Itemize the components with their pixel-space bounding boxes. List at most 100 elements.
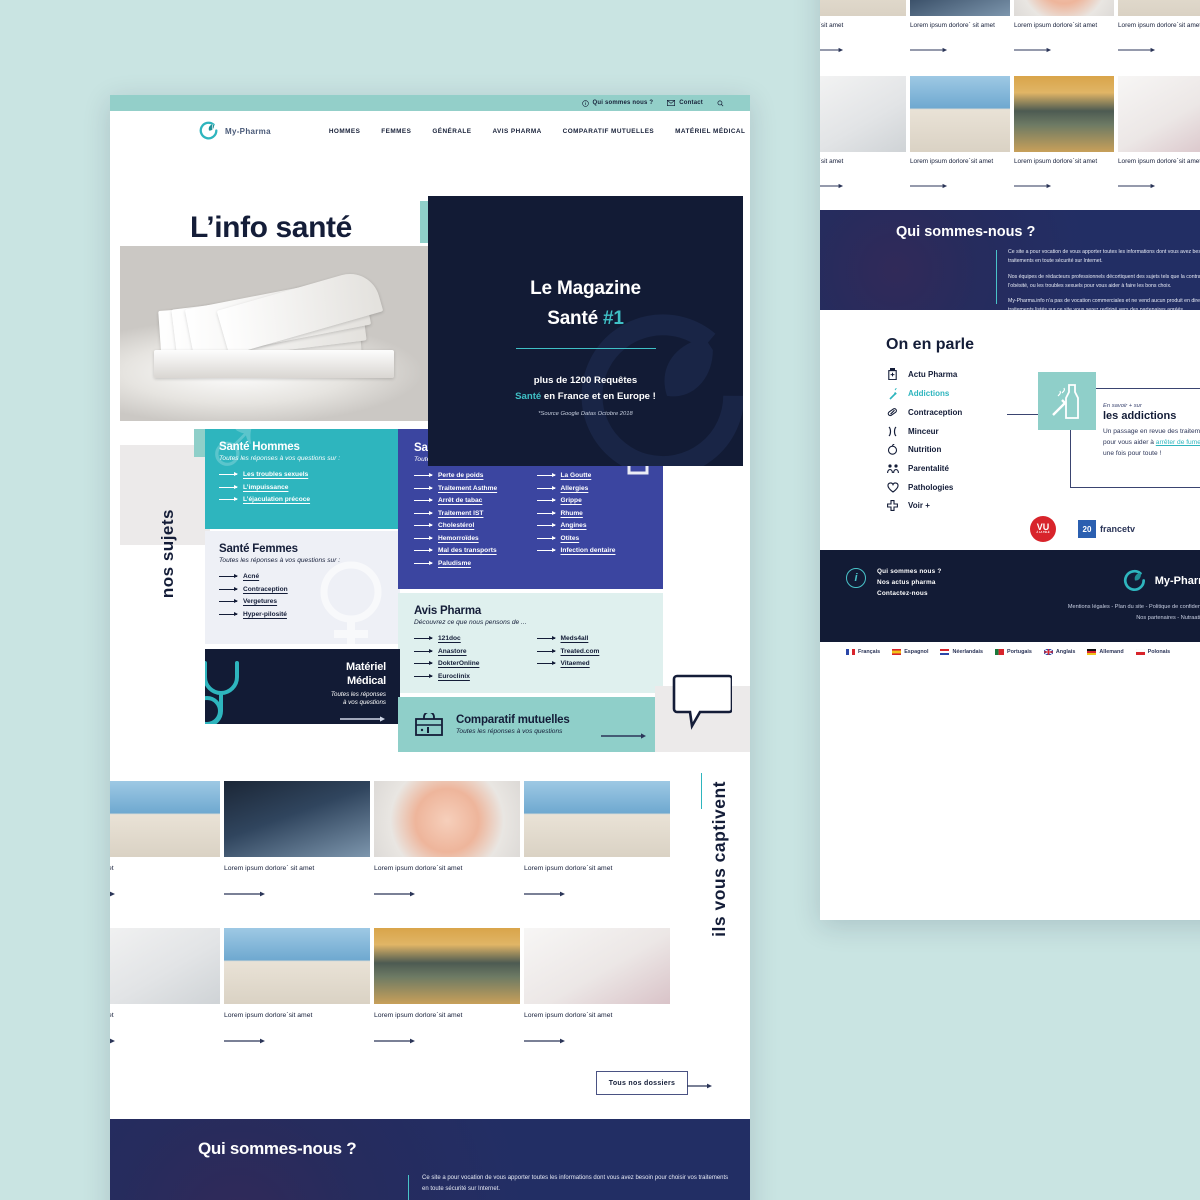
link-item[interactable]: Mal des transports bbox=[414, 547, 525, 554]
search-icon[interactable] bbox=[717, 100, 724, 107]
article-card[interactable]: Lorem ipsum dorlore`sit amet bbox=[374, 781, 520, 902]
about-body: Ce site a pour vocation de vous apporter… bbox=[422, 1173, 732, 1200]
article-arrow[interactable] bbox=[374, 891, 416, 897]
card-materiel-medical[interactable]: Matériel Médical Toutes les réponses à v… bbox=[205, 649, 400, 724]
nav-item-materiel[interactable]: MATÉRIEL MÉDICAL bbox=[675, 128, 745, 135]
nav-item-hommes[interactable]: HOMMES bbox=[329, 128, 360, 135]
oep-panel-link[interactable]: arrêter de fumer bbox=[1156, 439, 1200, 446]
footer-legal-line-2[interactable]: Nos partenaires - Nutraatif.com bbox=[1068, 613, 1200, 624]
link-item[interactable]: Rhume bbox=[536, 510, 648, 517]
article-arrow[interactable] bbox=[1118, 183, 1156, 189]
article-arrow[interactable] bbox=[1118, 47, 1156, 53]
link-item[interactable]: Treated.com bbox=[536, 648, 648, 655]
article-arrow[interactable] bbox=[910, 47, 948, 53]
article-arrow[interactable] bbox=[110, 891, 116, 897]
article-card[interactable]: rlore`sit amet bbox=[820, 0, 906, 58]
lang-allemand[interactable]: Allemand bbox=[1087, 649, 1124, 655]
link-item[interactable]: Euroclinix bbox=[414, 673, 525, 680]
footer-legal-line-1[interactable]: Mentions légales - Plan du site - Politi… bbox=[1068, 602, 1200, 613]
all-dossiers-button[interactable]: Tous nos dossiers bbox=[596, 1071, 712, 1095]
link-item[interactable]: Anastore bbox=[414, 648, 525, 655]
link-item[interactable]: Otites bbox=[536, 535, 648, 542]
about-link[interactable]: Qui sommes nous ? bbox=[581, 99, 654, 107]
nav-item-avis[interactable]: AVIS PHARMA bbox=[492, 128, 541, 135]
article-card[interactable]: rlore`sit amet bbox=[820, 76, 906, 194]
article-arrow[interactable] bbox=[224, 891, 266, 897]
articles-row-2: rlore`sit amet Lorem ipsum dorlore`sit a… bbox=[110, 928, 750, 1049]
link-item[interactable]: La Goutte bbox=[536, 472, 648, 479]
lang-espagnol[interactable]: Espagnol bbox=[892, 649, 928, 655]
article-card[interactable]: Lorem ipsum dorlore`sit amet bbox=[524, 928, 670, 1049]
link-item[interactable]: Vergetures bbox=[219, 598, 386, 605]
about-title: Qui sommes-nous ? bbox=[896, 224, 1036, 240]
article-arrow[interactable] bbox=[1014, 183, 1052, 189]
link-item[interactable]: DokterOnline bbox=[414, 660, 525, 667]
article-arrow[interactable] bbox=[110, 1038, 116, 1044]
article-card[interactable]: Lorem ipsum dorlore`sit amet bbox=[224, 928, 370, 1049]
brand-logo[interactable]: My-Pharma bbox=[198, 120, 271, 142]
card-avis-pharma[interactable]: Avis Pharma Découvrez ce que nous penson… bbox=[398, 593, 663, 693]
article-card[interactable]: Lorem ipsum dorlore` sit amet bbox=[224, 781, 370, 902]
article-arrow[interactable] bbox=[1014, 47, 1052, 53]
card-sante-femmes[interactable]: Santé Femmes Toutes les réponses à vos q… bbox=[205, 531, 400, 644]
article-card[interactable]: rlore`sit amet bbox=[110, 781, 220, 902]
link-item[interactable]: Traitement Asthme bbox=[414, 485, 525, 492]
article-card[interactable]: Lorem ipsum dorlore`sit amet bbox=[1118, 0, 1200, 58]
contact-link[interactable]: Contact bbox=[667, 100, 703, 106]
link-item[interactable]: Meds4all bbox=[536, 635, 648, 642]
link-item[interactable]: 121doc bbox=[414, 635, 525, 642]
link-item[interactable]: Hemorroïdes bbox=[414, 535, 525, 542]
article-card[interactable]: Lorem ipsum dorlore`sit amet bbox=[1014, 0, 1114, 58]
card-materiel-arrow[interactable] bbox=[219, 716, 386, 722]
link-item[interactable]: Acné bbox=[219, 573, 386, 580]
article-card[interactable]: rlore`sit amet bbox=[110, 928, 220, 1049]
article-arrow[interactable] bbox=[524, 1038, 566, 1044]
article-arrow[interactable] bbox=[374, 1038, 416, 1044]
nav-item-generale[interactable]: GÉNÉRALE bbox=[432, 128, 471, 135]
card-sante-hommes[interactable]: ♂ Santé Hommes Toutes les réponses à vos… bbox=[205, 429, 400, 529]
lang-portugais[interactable]: Portugais bbox=[995, 649, 1032, 655]
article-arrow[interactable] bbox=[524, 891, 566, 897]
link-item[interactable]: Allergies bbox=[536, 485, 648, 492]
link-item[interactable]: Hyper-pilosité bbox=[219, 611, 386, 618]
link-item[interactable]: Les troubles sexuels bbox=[219, 471, 386, 478]
article-arrow[interactable] bbox=[820, 47, 844, 53]
link-item[interactable]: Infection dentaire bbox=[536, 547, 648, 554]
nav-item-femmes[interactable]: FEMMES bbox=[381, 128, 411, 135]
footer-link-actus[interactable]: Nos actus pharma bbox=[877, 579, 941, 586]
lang-francais[interactable]: Français bbox=[846, 649, 880, 655]
footer-link-contact[interactable]: Contactez-nous bbox=[877, 590, 941, 597]
link-item[interactable]: L’impuissance bbox=[219, 484, 386, 491]
nav-item-mutuelles[interactable]: COMPARATIF MUTUELLES bbox=[563, 128, 654, 135]
link-item[interactable]: Paludisme bbox=[414, 560, 525, 567]
link-item[interactable]: Contraception bbox=[219, 586, 386, 593]
card-mutuelles-arrow[interactable] bbox=[601, 726, 647, 744]
flag-icon bbox=[940, 649, 950, 655]
link-item[interactable]: Vitaemed bbox=[536, 660, 648, 667]
article-arrow[interactable] bbox=[820, 183, 844, 189]
link-item[interactable]: Traitement IST bbox=[414, 510, 525, 517]
articles-row-1: rlore`sit amet Lorem ipsum dorlore` sit … bbox=[110, 781, 750, 902]
link-item[interactable]: Angines bbox=[536, 522, 648, 529]
article-card[interactable]: Lorem ipsum dorlore`sit amet bbox=[524, 781, 670, 902]
article-arrow[interactable] bbox=[910, 183, 948, 189]
link-item[interactable]: Arrêt de tabac bbox=[414, 497, 525, 504]
link-item[interactable]: Grippe bbox=[536, 497, 648, 504]
article-card[interactable]: Lorem ipsum dorlore`sit amet bbox=[374, 928, 520, 1049]
link-item[interactable]: L’éjaculation précoce bbox=[219, 496, 386, 503]
topics-section: nos sujets ♂ Santé Hommes Toutes les rép… bbox=[110, 421, 750, 781]
article-arrow[interactable] bbox=[224, 1038, 266, 1044]
article-card[interactable]: Lorem ipsum dorlore`sit amet bbox=[1014, 76, 1114, 194]
lang-neerlandais[interactable]: Néerlandais bbox=[940, 649, 983, 655]
article-card[interactable]: Lorem ipsum dorlore`sit amet bbox=[1118, 76, 1200, 194]
footer-brand[interactable]: My-Pharma bbox=[1122, 568, 1200, 594]
lang-polonais[interactable]: Polonais bbox=[1135, 649, 1170, 655]
article-card[interactable]: Lorem ipsum dorlore`sit amet bbox=[910, 76, 1010, 194]
link-item[interactable]: Cholestérol bbox=[414, 522, 525, 529]
link-item[interactable]: Perte de poids bbox=[414, 472, 525, 479]
footer-link-about[interactable]: Qui sommes nous ? bbox=[877, 568, 941, 575]
oep-item-voir-plus[interactable]: Voir + bbox=[886, 500, 1200, 512]
lang-anglais[interactable]: Anglais bbox=[1043, 649, 1075, 655]
card-comparatif-mutuelles[interactable]: Comparatif mutuelles Toutes les réponses… bbox=[398, 697, 663, 752]
article-card[interactable]: Lorem ipsum dorlore` sit amet bbox=[910, 0, 1010, 58]
